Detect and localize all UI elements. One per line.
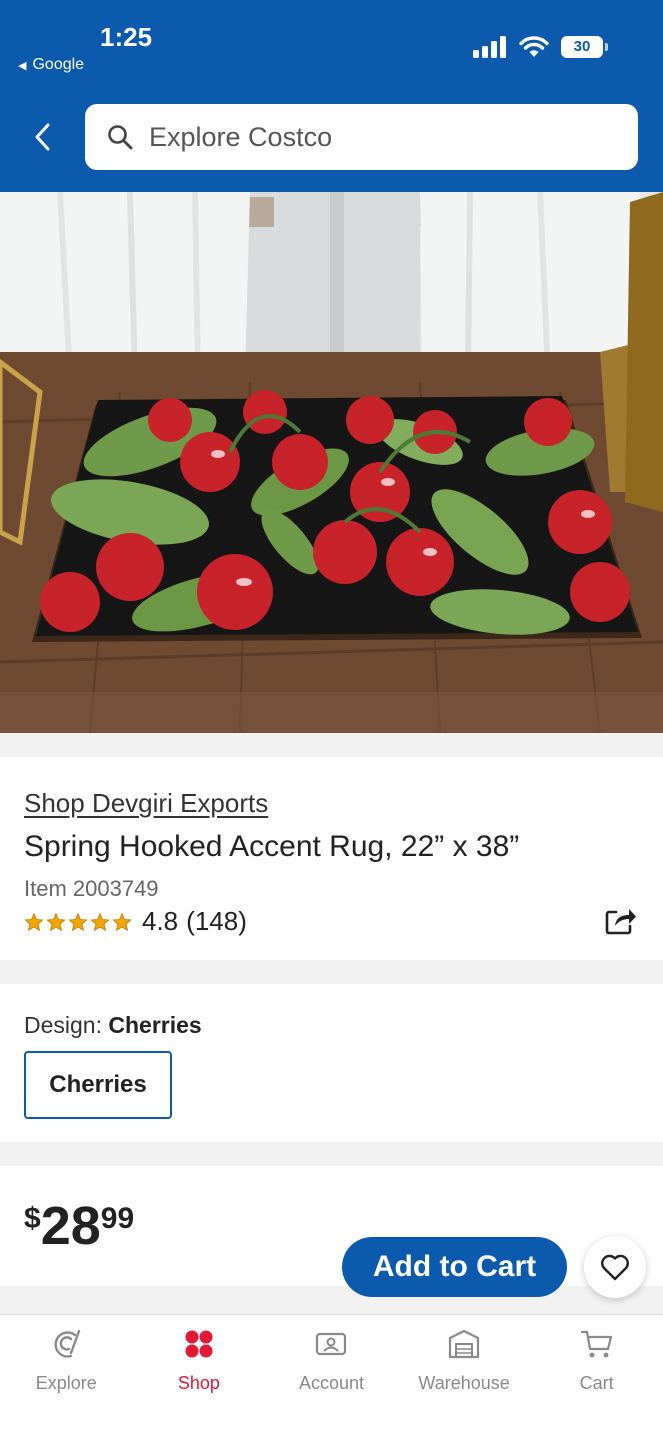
design-selected-value: Cherries	[108, 1012, 202, 1038]
explore-icon	[49, 1327, 83, 1361]
bottom-tab-bar: Explore Shop Account Warehouse Cart	[0, 1314, 663, 1440]
back-button[interactable]	[26, 120, 58, 154]
star-icon	[90, 912, 110, 931]
section-divider	[0, 1142, 663, 1166]
item-number: Item 2003749	[24, 876, 159, 901]
rating-stars	[24, 912, 132, 932]
price-currency: $	[24, 1202, 41, 1235]
cellular-signal-icon	[473, 36, 506, 58]
star-icon	[112, 912, 132, 931]
wifi-icon	[519, 36, 549, 57]
search-bar[interactable]	[85, 104, 638, 170]
favorite-button[interactable]	[584, 1236, 646, 1298]
star-icon	[46, 912, 66, 931]
design-option-cherries[interactable]: Cherries	[24, 1051, 172, 1119]
chevron-left-icon	[35, 123, 50, 151]
battery-indicator: 30	[561, 36, 608, 58]
rating-score: 4.8	[142, 906, 179, 936]
share-button[interactable]	[602, 902, 638, 938]
heart-icon	[601, 1254, 629, 1281]
rug-photo-icon	[0, 192, 663, 733]
design-label-prefix: Design:	[24, 1012, 102, 1038]
product-price: $ 28 99	[24, 1196, 134, 1256]
tab-shop[interactable]: Shop	[133, 1315, 266, 1440]
product-rating[interactable]: 4.8 (148)	[24, 906, 247, 937]
product-title: Spring Hooked Accent Rug, 22” x 38”	[24, 830, 520, 863]
warehouse-icon	[447, 1327, 481, 1361]
status-time: 1:25	[100, 22, 153, 52]
tab-cart[interactable]: Cart	[530, 1315, 663, 1440]
tab-account-label: Account	[298, 1373, 364, 1393]
tab-warehouse-label: Warehouse	[418, 1373, 510, 1393]
tab-explore[interactable]: Explore	[0, 1315, 133, 1440]
tab-explore-label: Explore	[35, 1373, 97, 1393]
share-icon	[605, 909, 636, 935]
design-label: Design: Cherries	[24, 1012, 202, 1039]
account-icon	[314, 1327, 348, 1361]
shop-icon	[182, 1327, 216, 1361]
back-app-label: Google	[32, 56, 85, 73]
add-to-cart-button[interactable]: Add to Cart	[342, 1237, 567, 1297]
back-to-app-link[interactable]: ◀ Google	[18, 56, 84, 74]
brand-link[interactable]: Shop Devgiri Exports	[24, 788, 268, 819]
status-indicators: 30	[473, 36, 608, 58]
section-divider	[0, 733, 663, 757]
price-dollars: 28	[40, 1196, 101, 1256]
star-icon	[68, 912, 88, 931]
cart-icon	[580, 1327, 614, 1361]
search-input[interactable]	[149, 121, 589, 153]
tab-shop-label: Shop	[177, 1373, 220, 1393]
star-icon	[24, 912, 44, 931]
tab-warehouse[interactable]: Warehouse	[398, 1315, 531, 1440]
section-divider	[0, 960, 663, 984]
price-cents: 99	[100, 1202, 135, 1235]
rating-count: (148)	[186, 906, 247, 936]
app-header: 1:25 ◀ Google 30	[0, 0, 663, 192]
tab-account[interactable]: Account	[265, 1315, 398, 1440]
tab-cart-label: Cart	[579, 1373, 614, 1393]
product-image[interactable]	[0, 192, 663, 733]
search-icon	[108, 125, 133, 150]
section-divider	[0, 1286, 663, 1314]
back-triangle-icon: ◀	[18, 59, 27, 72]
